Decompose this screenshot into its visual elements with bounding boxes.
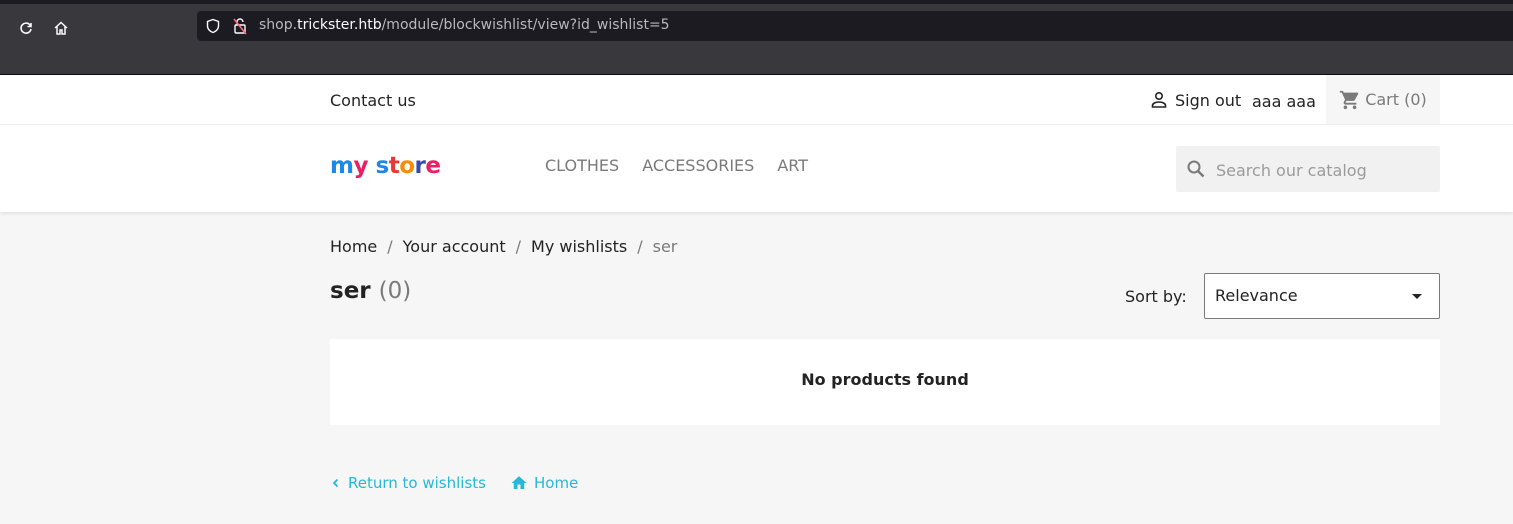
breadcrumb-my-wishlists[interactable]: My wishlists [531,237,627,256]
search-icon[interactable] [1186,159,1206,179]
sort-selected-value: Relevance [1215,286,1298,305]
cart-button[interactable]: Cart (0) [1326,75,1440,124]
page-title: ser (0) [330,278,411,304]
search-input[interactable] [1214,156,1428,184]
home-link[interactable]: Home [510,474,578,492]
insecure-lock-icon[interactable] [233,17,247,35]
sort-dropdown[interactable]: Relevance [1204,273,1440,319]
wishlist-count: (0) [378,278,412,304]
breadcrumb-separator: / [637,237,643,256]
store-logo[interactable]: my store [330,153,441,179]
search-widget [1176,146,1440,192]
user-icon [1151,91,1167,108]
reload-button[interactable] [12,14,40,42]
home-icon [54,21,68,35]
sign-out-label: Sign out [1175,90,1242,110]
home-icon [511,476,527,489]
wishlist-footer-links: Return to wishlists Home [330,474,578,492]
site-header: my store CLOTHES ACCESSORIES ART [0,125,1513,212]
cart-label: Cart (0) [1365,90,1427,109]
reload-icon [20,22,32,34]
home-label: Home [533,474,579,492]
sort-label: Sort by: [1125,287,1187,306]
breadcrumb-current: ser [652,237,678,256]
menu-item-accessories[interactable]: ACCESSORIES [642,156,754,175]
wishlist-name: ser [330,278,371,304]
breadcrumb-home[interactable]: Home [330,237,377,256]
breadcrumb-your-account[interactable]: Your account [403,237,506,256]
results-panel: No products found [330,339,1440,425]
breadcrumb: Home / Your account / My wishlists / ser [330,237,677,256]
return-to-wishlists-label: Return to wishlists [348,474,486,492]
main-menu: CLOTHES ACCESSORIES ART [545,156,808,175]
shield-icon[interactable] [205,18,221,34]
breadcrumb-separator: / [387,237,393,256]
caret-down-icon [1412,294,1422,299]
empty-message: No products found [801,370,969,389]
address-bar[interactable]: shop.trickster.htb/module/blockwishlist/… [197,11,1513,41]
top-nav: Contact us Sign out aaa aaa Cart (0) [0,75,1513,125]
menu-item-art[interactable]: ART [777,156,808,175]
chevron-left-icon [332,478,339,488]
url-text: shop.trickster.htb/module/blockwishlist/… [259,17,670,33]
browser-toolbar: shop.trickster.htb/module/blockwishlist/… [0,0,1513,75]
shopping-cart-icon [1340,90,1359,109]
home-button[interactable] [47,14,75,42]
menu-item-clothes[interactable]: CLOTHES [545,156,619,175]
sign-out-link[interactable]: Sign out [1149,90,1241,110]
contact-link[interactable]: Contact us [330,91,416,110]
return-to-wishlists-link[interactable]: Return to wishlists [330,474,486,492]
account-name-link[interactable]: aaa aaa [1252,92,1316,111]
breadcrumb-separator: / [515,237,522,256]
